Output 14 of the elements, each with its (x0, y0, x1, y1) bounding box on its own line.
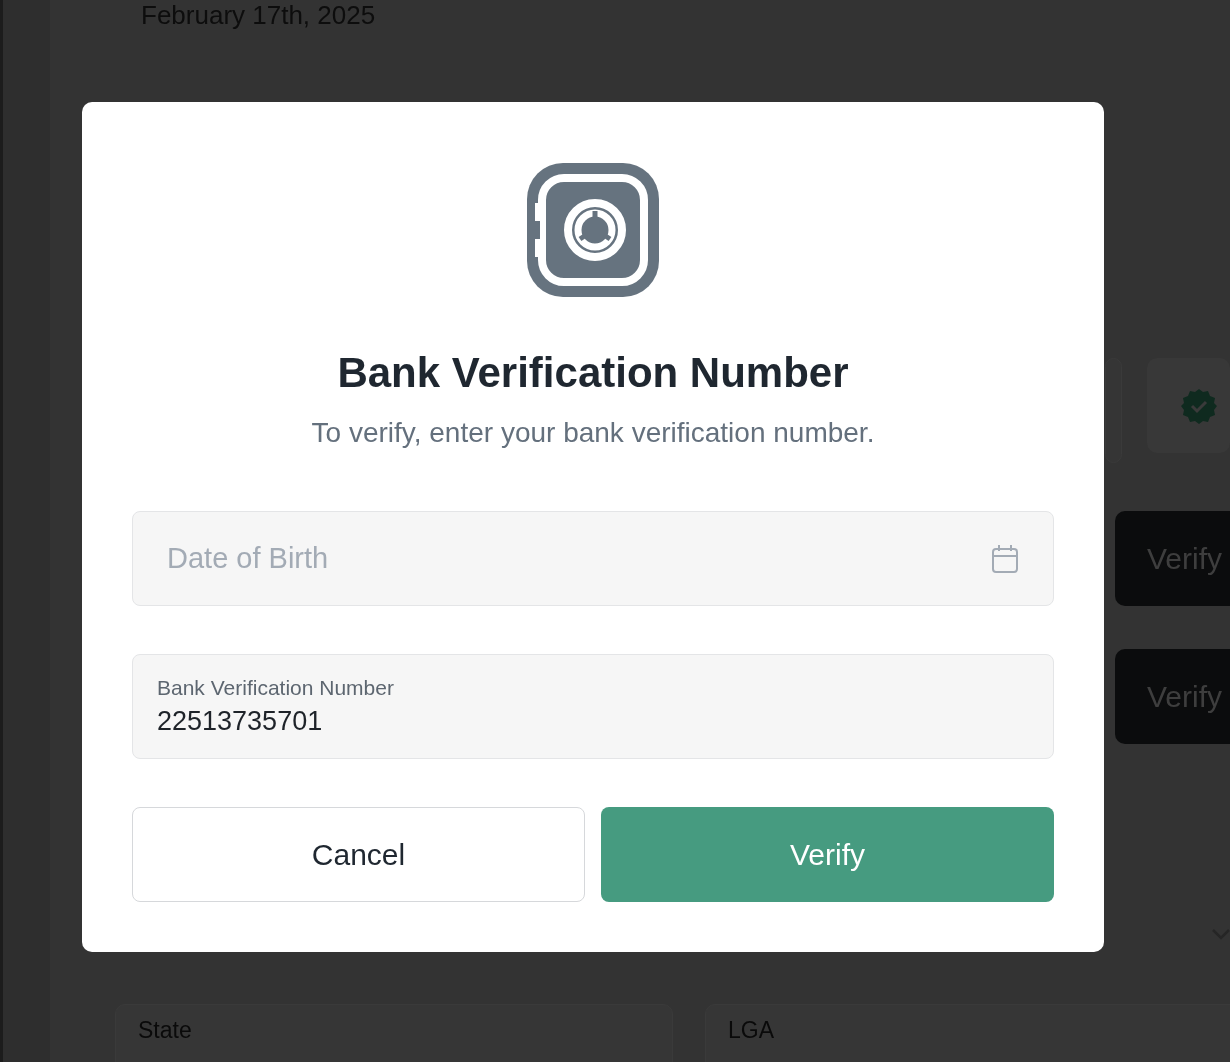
dialog-subtitle: To verify, enter your bank verification number. (311, 417, 875, 449)
verified-badge-icon (1180, 387, 1217, 424)
verified-card[interactable] (1146, 358, 1230, 453)
date-input[interactable]: Date of Birth (167, 542, 991, 575)
safe-icon (527, 163, 659, 297)
bvn-input[interactable]: 22513735701 (157, 706, 1019, 737)
date-field[interactable]: Date of Birth (132, 511, 1054, 606)
cancel-button[interactable]: Cancel (132, 807, 585, 902)
bvn-field[interactable]: Bank Verification Number 22513735701 (132, 654, 1054, 759)
option-card[interactable] (1105, 358, 1122, 463)
verify-button[interactable]: Verify (601, 807, 1054, 902)
dialog-title: Bank Verification Number (337, 349, 849, 397)
calendar-icon (991, 543, 1019, 574)
field-label: Bank Verification Number (157, 676, 395, 700)
